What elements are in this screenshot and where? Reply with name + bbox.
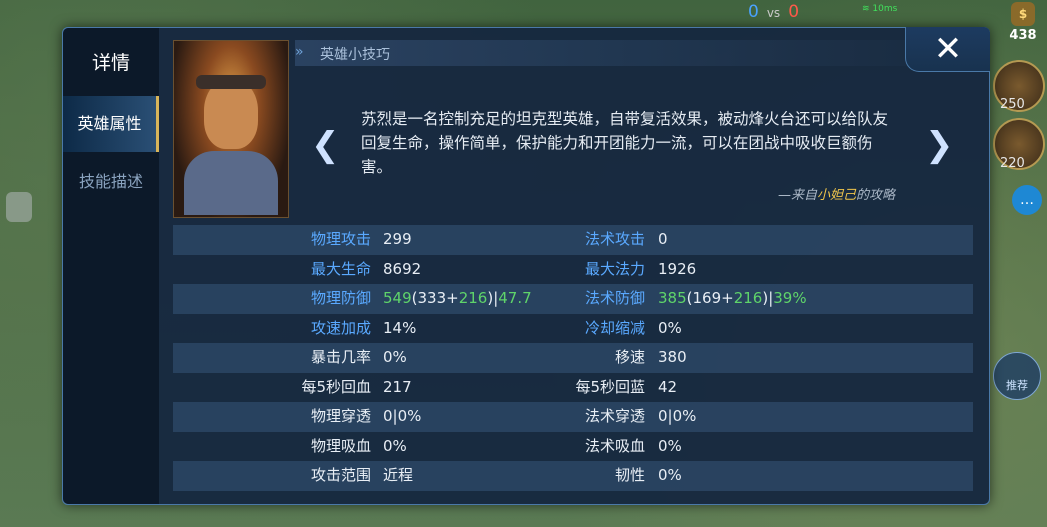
credit-suffix: 的攻略 — [855, 188, 895, 203]
stat-value: 0% — [658, 466, 682, 484]
stat-value: 0% — [658, 318, 682, 337]
stat-value: 380 — [658, 348, 687, 366]
stat-value: 42 — [658, 377, 678, 396]
tab-hero-attributes[interactable]: 英雄属性 — [63, 96, 159, 152]
shield-icon[interactable] — [6, 192, 32, 222]
stat-row: 每5秒回血 217 每5秒回蓝 42 — [173, 373, 973, 403]
chevron-left-icon: ❮ — [311, 125, 340, 165]
gold-value: 438 — [1009, 28, 1037, 43]
coin-bag-icon: $ — [1011, 2, 1035, 26]
double-chevron-icon: » — [295, 44, 304, 60]
stat-row: 物理穿透 0|0% 法术穿透 0|0% — [173, 402, 973, 432]
score-board: 0 vs 0 — [748, 2, 799, 22]
stat-row: 暴击几率 0% 移速 380 — [173, 343, 973, 373]
prev-tip-button[interactable]: ❮ — [311, 125, 340, 165]
next-tip-button[interactable]: ❯ — [925, 125, 954, 165]
stat-label: 冷却缩减 — [584, 318, 645, 337]
stat-label: 法术防御 — [584, 289, 645, 307]
shop-item-2-price: 220 — [1000, 156, 1025, 171]
stat-label: 法术穿透 — [584, 407, 645, 425]
gold-counter[interactable]: $ 438 — [1003, 2, 1043, 48]
close-icon: ✕ — [933, 29, 963, 69]
credit-author[interactable]: 小妲己 — [817, 188, 856, 203]
tip-credit: —来自小妲己的攻略 — [715, 184, 895, 203]
stat-value: 1926 — [658, 259, 697, 278]
panel-sidebar: 详情 英雄属性 技能描述 — [63, 28, 159, 504]
stat-label: 法术吸血 — [584, 436, 645, 455]
score-red: 0 — [788, 2, 800, 22]
hero-detail-panel: 详情 英雄属性 技能描述 » 英雄小技巧 ✕ ❮ ❯ 苏烈是一名控制充足的坦克型… — [62, 27, 990, 505]
stat-label: 韧性 — [614, 466, 645, 484]
recommend-label: 推荐 — [1006, 379, 1028, 392]
stat-value: 385(169+216)|39% — [658, 289, 807, 307]
close-button[interactable]: ✕ — [905, 27, 990, 72]
stat-label: 移速 — [614, 348, 645, 366]
hero-portrait — [173, 40, 289, 218]
stat-value: 0% — [658, 436, 682, 455]
credit-prefix: —来自 — [777, 188, 817, 203]
stat-row: 最大生命 8692 最大法力 1926 — [173, 255, 973, 285]
stat-row: 攻速加成 14% 冷却缩减 0% — [173, 314, 973, 344]
stat-value: 0 — [658, 230, 668, 248]
wifi-icon: ≋ — [862, 4, 870, 14]
ping-indicator: ≋ 10ms — [862, 4, 897, 14]
stat-row: 物理吸血 0% 法术吸血 0% — [173, 432, 973, 462]
panel-title: 详情 — [91, 52, 130, 74]
chat-icon[interactable]: … — [1012, 185, 1042, 215]
recommend-button[interactable]: 推荐 — [993, 352, 1041, 400]
chevron-right-icon: ❯ — [925, 125, 954, 165]
stats-table: 物理攻击 299 法术攻击 0 最大生命 8692 最大法力 1926 物理防御… — [173, 225, 973, 491]
stat-row: 物理攻击 299 法术攻击 0 — [173, 225, 973, 255]
tab-skill-description[interactable]: 技能描述 — [63, 154, 159, 210]
tip-text: 苏烈是一名控制充足的坦克型英雄，自带复活效果，被动烽火台还可以给队友回复生命，操… — [361, 110, 889, 176]
score-blue: 0 — [748, 2, 759, 22]
tips-header-label: 英雄小技巧 — [320, 47, 390, 63]
stat-value: 0|0% — [658, 407, 697, 425]
shop-item-1-price: 250 — [1000, 97, 1025, 112]
score-vs: vs — [766, 6, 781, 20]
stat-label: 每5秒回蓝 — [575, 377, 645, 396]
stat-row: 攻击范围 近程 韧性 0% — [173, 461, 973, 491]
stat-row: 物理防御 549(333+216)|47.7 法术防御 385(169+216)… — [173, 284, 973, 314]
tips-header: » 英雄小技巧 — [295, 40, 985, 66]
stat-label: 最大法力 — [584, 259, 645, 278]
stat-label: 法术攻击 — [584, 230, 645, 248]
ping-value: 10ms — [872, 4, 898, 14]
